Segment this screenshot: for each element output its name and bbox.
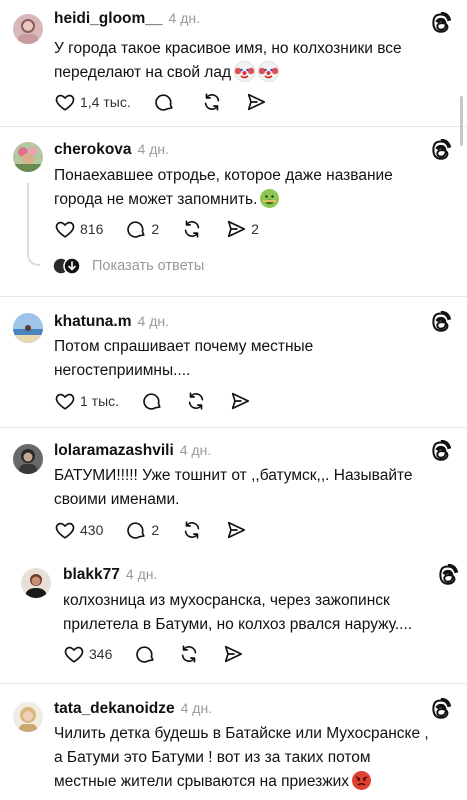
repost-icon — [182, 645, 197, 663]
comment-text: Понаехавшее отродье, которое даже назван… — [54, 167, 393, 208]
angry-face-emoji — [352, 771, 371, 790]
like-count: 1,4 тыс. — [80, 94, 131, 110]
comment-heidi-gloom: heidi_gloom__ 4 дн. У города такое краси… — [0, 0, 467, 126]
comment-text: У города такое красивое имя, но колхозни… — [54, 40, 402, 82]
avatar[interactable] — [13, 702, 43, 732]
share-button[interactable] — [229, 390, 251, 412]
share-button[interactable] — [245, 91, 267, 113]
comment-actions: 1 тыс. — [54, 389, 273, 413]
comment-blakk77: blakk77 4 дн. колхозница из мухосранска,… — [0, 548, 467, 678]
reply-button[interactable]: 2 — [125, 218, 159, 240]
comment-bubble-icon — [136, 646, 154, 663]
share-button[interactable]: 2 — [225, 218, 259, 240]
like-button[interactable]: 816 — [54, 218, 103, 240]
repost-button[interactable] — [181, 218, 203, 240]
share-send-icon — [225, 645, 243, 663]
reply-button[interactable] — [153, 91, 179, 113]
share-button[interactable] — [225, 519, 247, 541]
threads-logo-icon[interactable] — [430, 698, 454, 722]
show-replies-button[interactable]: Показать ответы — [52, 257, 204, 275]
share-send-icon — [227, 220, 246, 238]
comment-actions: 816 2 2 — [54, 217, 281, 241]
comment-text: БАТУМИ!!!!! Уже тошнит от ,,батумск,,. Н… — [54, 467, 413, 508]
threads-logo-icon[interactable] — [430, 139, 454, 163]
show-replies-label: Показать ответы — [92, 258, 205, 274]
like-button[interactable]: 1 тыс. — [54, 390, 119, 412]
threads-logo-icon[interactable] — [430, 440, 454, 464]
comment-actions: 346 — [63, 642, 266, 666]
username[interactable]: cherokova — [54, 141, 132, 159]
share-send-icon — [231, 392, 250, 410]
comment-bubble-icon — [154, 94, 173, 111]
repost-button[interactable] — [181, 519, 203, 541]
share-send-icon — [247, 93, 265, 111]
avatar[interactable] — [13, 444, 43, 474]
thread-connector-line — [27, 183, 41, 266]
heart-icon — [55, 393, 75, 410]
comment-bubble-icon — [127, 522, 145, 539]
username[interactable]: tata_dekanoidze — [54, 700, 175, 718]
comment-lolaramazashvili: lolaramazashvili 4 дн. БАТУМИ!!!!! Уже т… — [0, 428, 467, 548]
comment-cherokova: cherokova 4 дн. Понаехавшее отродье, кот… — [0, 127, 467, 295]
comment-khatuna: khatuna.m 4 дн. Потом спрашивает почему … — [0, 297, 467, 427]
timestamp: 4 дн. — [125, 566, 158, 582]
comment-tata-dekanoidze: tata_dekanoidze 4 дн. Чилить детка будеш… — [0, 684, 467, 800]
reply-count: 2 — [151, 221, 160, 237]
repost-button[interactable] — [185, 390, 207, 412]
username[interactable]: lolaramazashvili — [54, 442, 174, 460]
comment-text: колхозница из мухосранска, через зажопин… — [63, 592, 413, 633]
share-button[interactable] — [222, 643, 244, 665]
like-count: 816 — [80, 221, 104, 237]
comment-bubble-icon — [127, 221, 145, 238]
comment-text: Чилить детка будешь в Батайске или Мухос… — [54, 725, 429, 790]
nauseated-face-emoji — [260, 189, 280, 208]
repost-button[interactable] — [201, 91, 223, 113]
share-count: 2 — [251, 221, 259, 237]
timestamp: 4 дн. — [137, 141, 170, 157]
repost-icon — [184, 521, 200, 539]
repost-icon — [188, 392, 204, 410]
heart-icon — [55, 221, 75, 238]
threads-logo-icon[interactable] — [430, 12, 454, 36]
repost-icon — [204, 93, 219, 111]
repost-button[interactable] — [178, 643, 200, 665]
like-button[interactable]: 1,4 тыс. — [54, 91, 131, 113]
timestamp: 4 дн. — [137, 313, 169, 329]
share-send-icon — [227, 521, 246, 539]
avatar[interactable] — [13, 14, 43, 44]
comment-actions: 1,4 тыс. — [54, 90, 289, 114]
heart-icon — [55, 522, 75, 539]
reply-count: 2 — [151, 522, 160, 538]
reply-button[interactable]: 2 — [125, 519, 159, 541]
avatar[interactable] — [13, 142, 43, 172]
username[interactable]: blakk77 — [63, 566, 120, 584]
reply-avatars-icon — [52, 257, 81, 275]
like-button[interactable]: 430 — [54, 519, 103, 541]
timestamp: 4 дн. — [180, 700, 213, 716]
comment-bubble-icon — [143, 393, 161, 410]
heart-icon — [64, 646, 84, 663]
reply-button[interactable] — [134, 643, 156, 665]
reply-button[interactable] — [141, 390, 163, 412]
comment-actions: 430 2 — [54, 518, 269, 542]
repost-icon — [184, 220, 200, 238]
comment-text: Потом спрашивает почему местные негостеп… — [54, 338, 314, 379]
clown-face-emoji — [258, 61, 280, 82]
timestamp: 4 дн. — [179, 442, 212, 458]
threads-logo-icon[interactable] — [437, 564, 461, 588]
like-count: 1 тыс. — [80, 393, 120, 409]
like-button[interactable]: 346 — [63, 643, 112, 665]
avatar[interactable] — [13, 313, 43, 343]
username[interactable]: khatuna.m — [54, 313, 132, 331]
username[interactable]: heidi_gloom__ — [54, 10, 163, 28]
threads-logo-icon[interactable] — [430, 311, 454, 335]
timestamp: 4 дн. — [168, 10, 200, 26]
like-count: 346 — [89, 646, 113, 662]
like-count: 430 — [80, 522, 104, 538]
heart-icon — [55, 94, 75, 111]
avatar[interactable] — [21, 568, 51, 598]
clown-face-emoji — [234, 61, 256, 82]
